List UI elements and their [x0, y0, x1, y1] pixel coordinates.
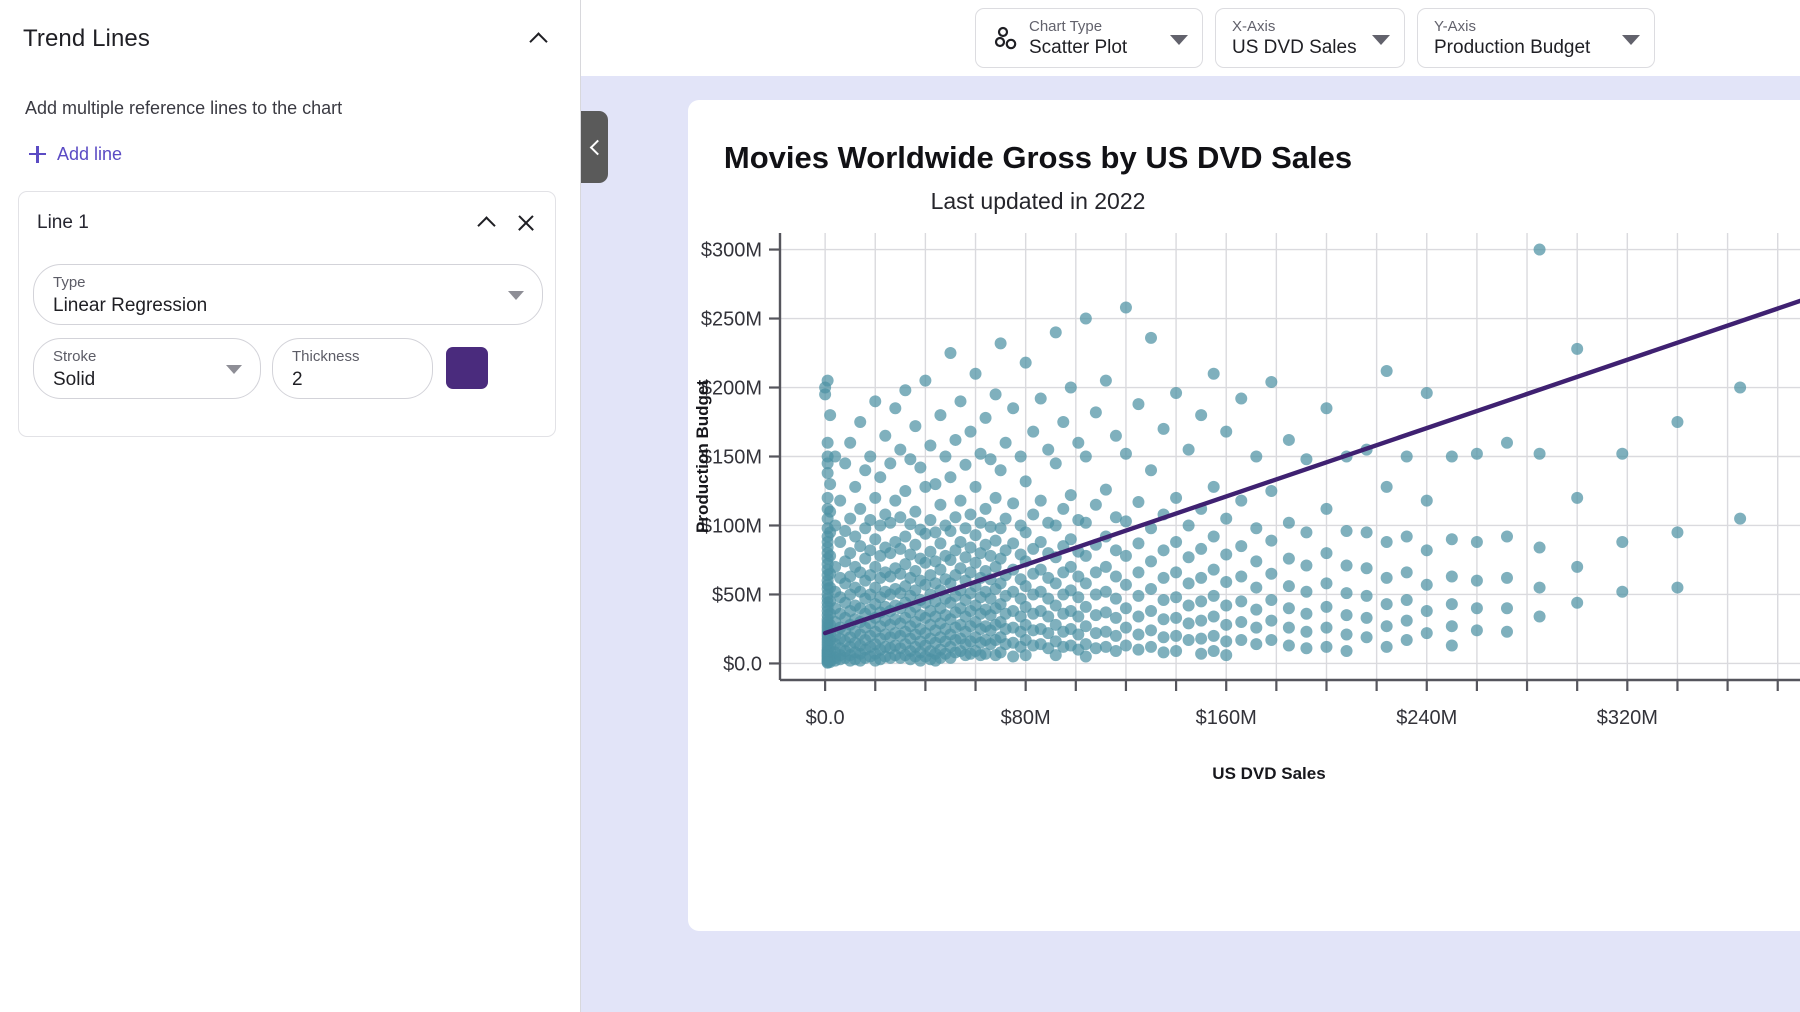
- line-type-label: Type: [53, 274, 86, 291]
- svg-text:$0.0: $0.0: [723, 653, 762, 675]
- svg-text:$0.0: $0.0: [806, 707, 845, 729]
- line-type-select[interactable]: Type Linear Regression: [33, 264, 543, 325]
- add-line-label: Add line: [57, 144, 123, 164]
- panel-collapse-button[interactable]: [519, 19, 559, 59]
- add-line-button[interactable]: Add line: [23, 140, 128, 169]
- chevron-down-icon: [1372, 35, 1390, 45]
- svg-text:$160M: $160M: [1196, 707, 1257, 729]
- svg-text:$320M: $320M: [1597, 707, 1658, 729]
- svg-text:$300M: $300M: [701, 240, 762, 262]
- line-card-title: Line 1: [37, 212, 89, 233]
- panel-collapse-handle[interactable]: [581, 111, 608, 183]
- line-thickness-value: 2: [292, 369, 303, 390]
- chevron-down-icon: [508, 291, 524, 300]
- svg-text:$50M: $50M: [712, 584, 762, 606]
- chevron-up-icon: [479, 215, 495, 231]
- chevron-down-icon: [1622, 35, 1640, 45]
- line-type-value: Linear Regression: [53, 295, 208, 316]
- close-icon: [516, 213, 536, 233]
- line-stroke-value: Solid: [53, 369, 96, 390]
- line-card-header: Line 1: [19, 192, 557, 254]
- line-stroke-select[interactable]: Stroke Solid: [33, 338, 261, 399]
- scatter-plot-icon: [994, 26, 1017, 50]
- panel-description: Add multiple reference lines to the char…: [25, 98, 343, 118]
- x-axis-label: X-Axis: [1232, 17, 1276, 35]
- page-title: Trend Lines: [23, 25, 150, 52]
- svg-text:US DVD Sales: US DVD Sales: [1212, 764, 1325, 783]
- chart-type-dropdown[interactable]: Chart Type Scatter Plot: [975, 8, 1203, 68]
- chart-type-value: Scatter Plot: [1029, 36, 1128, 58]
- chart-toolbar: Chart Type Scatter Plot X-Axis US DVD Sa…: [975, 8, 1655, 68]
- chevron-down-icon: [226, 365, 242, 374]
- scatter-plot[interactable]: $0.0$50M$100M$150M$200M$250M$300M$0.0 $80…: [688, 100, 1800, 931]
- chevron-up-icon: [531, 31, 547, 47]
- line-thickness-input[interactable]: Thickness 2: [272, 338, 433, 399]
- x-axis-value: US DVD Sales: [1232, 36, 1357, 58]
- y-axis-dropdown[interactable]: Y-Axis Production Budget: [1417, 8, 1655, 68]
- line-card-remove-button[interactable]: [507, 204, 545, 242]
- line-thickness-label: Thickness: [292, 348, 360, 365]
- svg-text:Production Budget: Production Budget: [693, 380, 712, 533]
- svg-text:$250M: $250M: [701, 309, 762, 331]
- y-axis-label: Y-Axis: [1434, 17, 1476, 35]
- trend-lines-panel: Trend Lines Add multiple reference lines…: [0, 0, 581, 1012]
- line-color-swatch[interactable]: [446, 347, 488, 389]
- line-stroke-label: Stroke: [53, 348, 97, 365]
- line-card-collapse-button[interactable]: [467, 203, 507, 243]
- panel-header: Trend Lines: [0, 0, 581, 78]
- line-1-card: Line 1 Type Linear Regression Stroke Sol…: [18, 191, 556, 437]
- chart-type-label: Chart Type: [1029, 17, 1103, 35]
- x-axis-dropdown[interactable]: X-Axis US DVD Sales: [1215, 8, 1405, 68]
- chevron-left-icon: [588, 141, 601, 154]
- chevron-down-icon: [1170, 35, 1188, 45]
- svg-text:$240M: $240M: [1396, 707, 1457, 729]
- chart-card: Movies Worldwide Gross by US DVD Sales L…: [688, 100, 1800, 931]
- plus-icon: [29, 146, 46, 163]
- svg-text:$80M: $80M: [1001, 707, 1051, 729]
- y-axis-value: Production Budget: [1434, 36, 1591, 58]
